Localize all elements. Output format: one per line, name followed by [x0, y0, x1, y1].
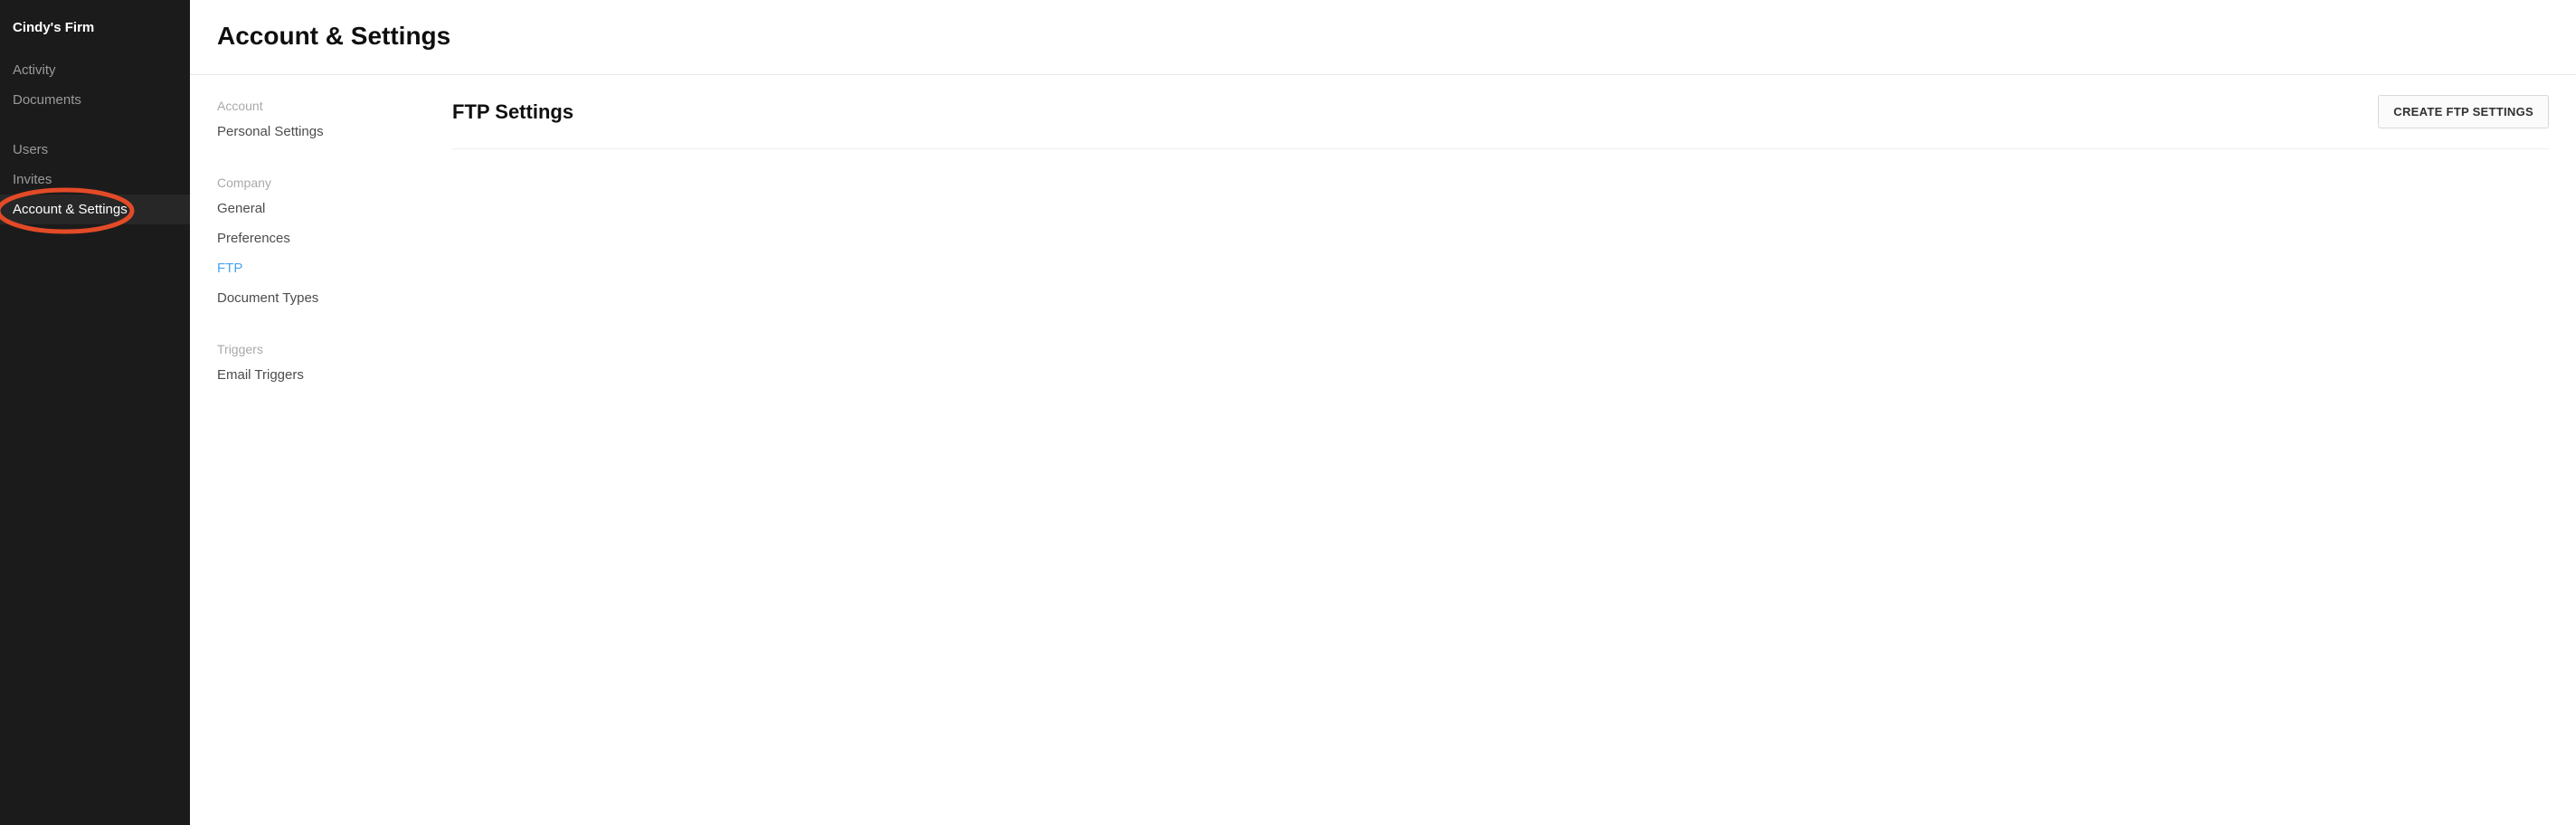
- subnav-spacer: [217, 147, 452, 172]
- content: Account Personal Settings Company Genera…: [190, 75, 2576, 825]
- subnav-item-general[interactable]: General: [217, 194, 452, 223]
- panel-header: FTP Settings CREATE FTP SETTINGS: [452, 95, 2549, 149]
- sidebar-item-activity[interactable]: Activity: [0, 55, 190, 85]
- create-ftp-settings-button[interactable]: CREATE FTP SETTINGS: [2378, 95, 2549, 128]
- panel: FTP Settings CREATE FTP SETTINGS: [452, 95, 2549, 805]
- subnav-item-personal-settings[interactable]: Personal Settings: [217, 117, 452, 147]
- subnav-group-account: Account: [217, 95, 452, 117]
- sidebar: Cindy's Firm Activity Documents Users In…: [0, 0, 190, 825]
- page-title: Account & Settings: [217, 22, 2549, 51]
- page-header: Account & Settings: [190, 0, 2576, 75]
- panel-title: FTP Settings: [452, 100, 573, 124]
- main: Account & Settings Account Personal Sett…: [190, 0, 2576, 825]
- subnav-spacer: [217, 313, 452, 338]
- sidebar-item-account-settings[interactable]: Account & Settings: [0, 194, 190, 224]
- subnav-item-preferences[interactable]: Preferences: [217, 223, 452, 253]
- sidebar-item-users[interactable]: Users: [0, 135, 190, 165]
- subnav-item-email-triggers[interactable]: Email Triggers: [217, 360, 452, 390]
- sidebar-divider-gap: [0, 115, 190, 135]
- subnav-item-document-types[interactable]: Document Types: [217, 283, 452, 313]
- sidebar-item-invites[interactable]: Invites: [0, 165, 190, 194]
- sidebar-item-documents[interactable]: Documents: [0, 85, 190, 115]
- subnav-group-triggers: Triggers: [217, 338, 452, 360]
- subnav: Account Personal Settings Company Genera…: [217, 95, 452, 805]
- sidebar-brand: Cindy's Firm: [0, 14, 190, 55]
- sidebar-item-label: Account & Settings: [13, 202, 128, 217]
- subnav-item-ftp[interactable]: FTP: [217, 253, 452, 283]
- subnav-group-company: Company: [217, 172, 452, 194]
